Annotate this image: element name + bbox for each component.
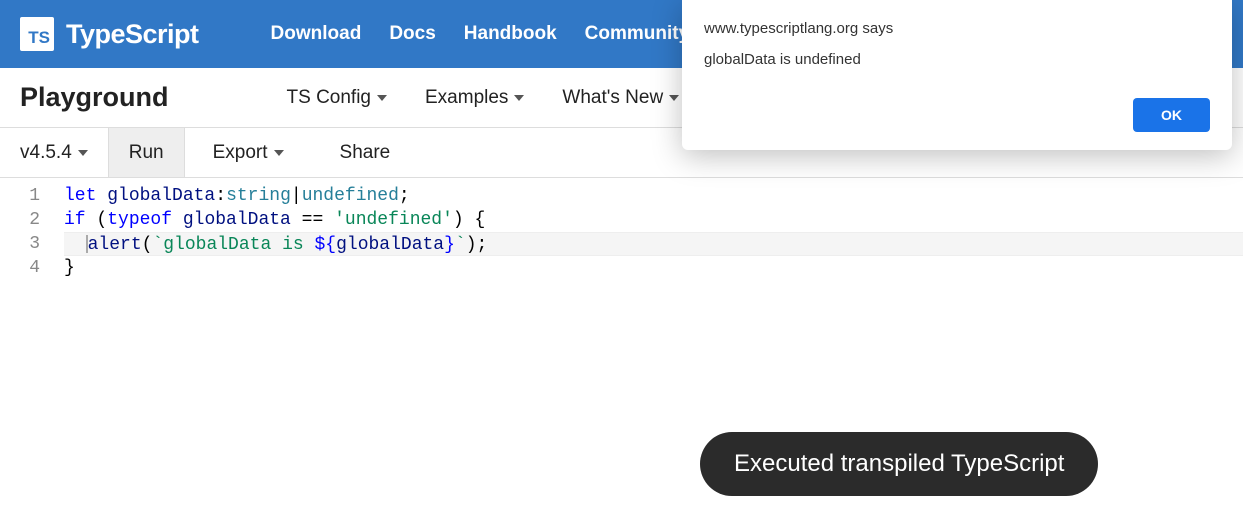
- line-number: 1: [0, 184, 40, 208]
- alert-dialog: www.typescriptlang.org says globalData i…: [682, 0, 1232, 150]
- code-editor[interactable]: 1 2 3 4 let globalData:string|undefined;…: [0, 178, 1243, 280]
- code-line: if (typeof globalData == 'undefined') {: [64, 208, 1243, 232]
- code-line: let globalData:string|undefined;: [64, 184, 1243, 208]
- line-number: 3: [0, 232, 40, 256]
- nav-handbook[interactable]: Handbook: [464, 23, 557, 45]
- nav-download[interactable]: Download: [271, 23, 362, 45]
- alert-message: globalData is undefined: [704, 51, 1210, 68]
- chevron-down-icon: [78, 150, 88, 156]
- brand-name: TypeScript: [66, 19, 199, 50]
- logo-badge: TS: [20, 17, 54, 51]
- chevron-down-icon: [274, 150, 284, 156]
- line-gutter: 1 2 3 4: [0, 184, 64, 280]
- share-button[interactable]: Share: [320, 128, 411, 177]
- tsconfig-label: TS Config: [287, 87, 371, 109]
- nav-community[interactable]: Community: [585, 23, 690, 45]
- version-dropdown[interactable]: v4.5.4: [0, 128, 109, 177]
- chevron-down-icon: [377, 95, 387, 101]
- code-area[interactable]: let globalData:string|undefined; if (typ…: [64, 184, 1243, 280]
- chevron-down-icon: [514, 95, 524, 101]
- line-number: 2: [0, 208, 40, 232]
- alert-origin: www.typescriptlang.org says: [704, 20, 1210, 37]
- alert-actions: OK: [704, 98, 1210, 132]
- line-number: 4: [0, 256, 40, 280]
- ok-button[interactable]: OK: [1133, 98, 1210, 132]
- examples-dropdown[interactable]: Examples: [425, 87, 524, 109]
- top-nav-links: Download Docs Handbook Community: [271, 23, 690, 45]
- version-label: v4.5.4: [20, 142, 72, 164]
- export-label: Export: [213, 142, 268, 164]
- nav-docs[interactable]: Docs: [389, 23, 435, 45]
- export-dropdown[interactable]: Export: [193, 128, 304, 177]
- code-line: }: [64, 256, 1243, 280]
- whatsnew-dropdown[interactable]: What's New: [562, 87, 679, 109]
- code-line: alert(`globalData is ${globalData}`);: [64, 232, 1243, 256]
- chevron-down-icon: [669, 95, 679, 101]
- run-button[interactable]: Run: [109, 128, 185, 177]
- toast-notification: Executed transpiled TypeScript: [700, 432, 1098, 496]
- whatsnew-label: What's New: [562, 87, 663, 109]
- page-title: Playground: [20, 82, 169, 113]
- tsconfig-dropdown[interactable]: TS Config: [287, 87, 387, 109]
- examples-label: Examples: [425, 87, 508, 109]
